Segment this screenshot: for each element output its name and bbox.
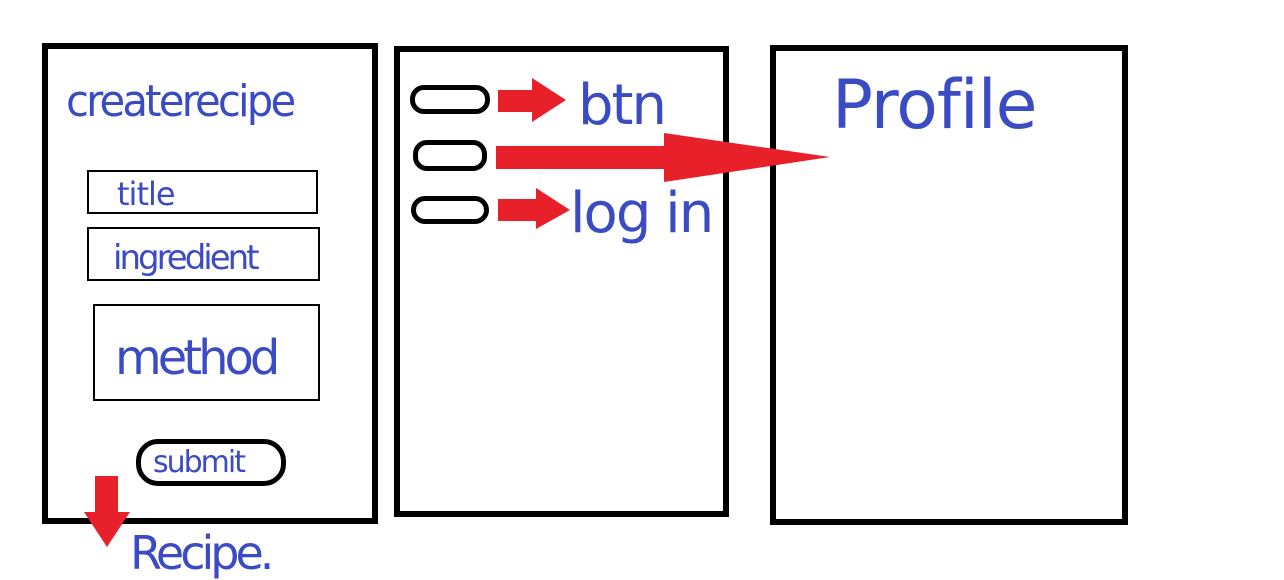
ingredient-field-label: ingredient — [113, 238, 260, 278]
method-field-label: method — [115, 330, 280, 386]
title-field[interactable]: title — [87, 170, 318, 214]
title-field-label: title — [117, 175, 176, 213]
ingredient-field[interactable]: ingredient — [87, 227, 320, 281]
menu-button-2[interactable] — [413, 140, 487, 171]
menu-screen — [394, 46, 729, 517]
login-note: log in — [570, 181, 714, 246]
button-note: btn — [578, 73, 667, 138]
menu-button-1[interactable] — [410, 85, 490, 114]
method-field[interactable]: method — [93, 304, 320, 401]
recipe-flow-note: Recipe. — [130, 526, 274, 580]
profile-title: Profile — [832, 66, 1037, 145]
menu-button-3[interactable] — [411, 196, 489, 224]
submit-button[interactable]: submit — [136, 439, 286, 486]
submit-button-label: submit — [153, 445, 246, 480]
create-recipe-title: createrecipe — [66, 76, 296, 127]
